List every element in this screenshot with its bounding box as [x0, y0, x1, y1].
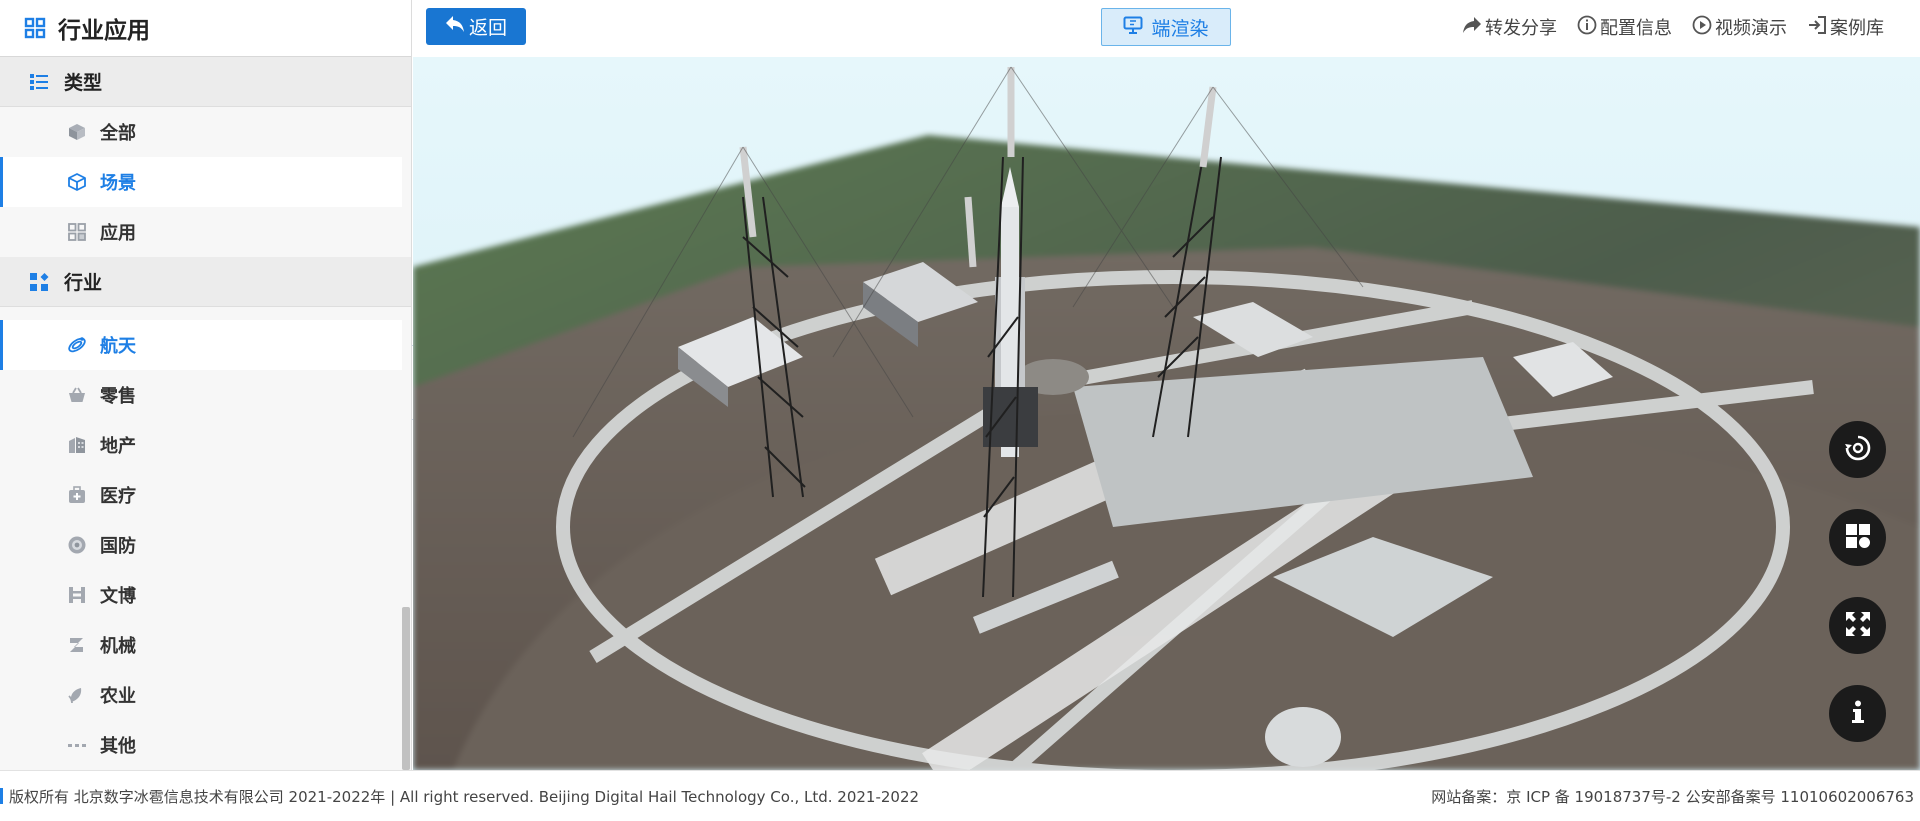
cube-layers-icon [66, 121, 88, 143]
sidebar-item-aerospace[interactable]: 航天 [0, 320, 402, 370]
share-button[interactable]: 转发分享 [1462, 14, 1557, 40]
scene-viewport[interactable] [413, 57, 1920, 770]
sidebar: 行业应用 类型 全部 场景 应用 行业 航天 零售 地产 医疗 国防 文博 机械… [0, 0, 412, 770]
section-type[interactable]: 类型 [0, 57, 411, 107]
exit-icon [1807, 15, 1827, 40]
back-arrow-icon [445, 15, 465, 38]
share-label: 转发分享 [1485, 18, 1557, 39]
sidebar-item-label: 其他 [100, 736, 136, 757]
shield-target-icon [66, 534, 88, 556]
fullscreen-button[interactable] [1829, 597, 1886, 654]
sidebar-title: 行业应用 [58, 18, 150, 44]
monitor-icon [1123, 16, 1143, 39]
grid-icon [66, 221, 88, 243]
sidebar-item-medical[interactable]: 医疗 [0, 470, 402, 520]
sidebar-item-label: 场景 [100, 173, 136, 194]
sidebar-item-retail[interactable]: 零售 [0, 370, 402, 420]
sidebar-item-all[interactable]: 全部 [0, 107, 402, 157]
list-icon [28, 71, 50, 93]
back-button-label: 返回 [468, 17, 507, 39]
config-info-label: 配置信息 [1600, 18, 1672, 39]
cloud-render-label: 端渲染 [1151, 17, 1209, 40]
sidebar-item-label: 机械 [100, 636, 136, 657]
app-root: 行业应用 类型 全部 场景 应用 行业 航天 零售 地产 医疗 国防 文博 机械… [0, 0, 1920, 821]
category-icon [28, 271, 50, 293]
section-industry-label: 行业 [64, 272, 103, 294]
config-info-button[interactable]: 配置信息 [1577, 14, 1672, 40]
apps-grid-icon [24, 17, 46, 39]
video-demo-button[interactable]: 视频演示 [1692, 14, 1787, 40]
video-demo-label: 视频演示 [1715, 18, 1787, 39]
sidebar-item-machinery[interactable]: 机械 [0, 620, 402, 670]
sidebar-item-agriculture[interactable]: 农业 [0, 670, 402, 720]
back-button[interactable]: 返回 [426, 8, 526, 45]
rotate-view-button[interactable] [1829, 421, 1886, 478]
sidebar-item-label: 文博 [100, 586, 136, 607]
sidebar-item-app[interactable]: 应用 [0, 207, 402, 257]
topbar: 返回 端渲染 转发分享 配置信息 视频演示 案例库 [412, 0, 1920, 57]
spacer [0, 307, 411, 320]
leaf-icon [66, 684, 88, 706]
museum-icon [66, 584, 88, 606]
section-type-label: 类型 [64, 72, 103, 94]
rotate-icon [1843, 433, 1873, 467]
info-circle-icon [1577, 15, 1597, 40]
layout-icon [1844, 522, 1872, 554]
info-icon [1844, 698, 1872, 730]
dots-icon [66, 734, 88, 756]
top-actions: 转发分享 配置信息 视频演示 案例库 [1462, 14, 1884, 40]
sidebar-item-label: 地产 [100, 436, 136, 457]
footer-copyright: 版权所有 北京数字冰雹信息技术有限公司 2021-2022年 | All rig… [9, 787, 920, 806]
play-circle-icon [1692, 15, 1712, 40]
sidebar-item-scene[interactable]: 场景 [0, 157, 402, 207]
sidebar-item-museum[interactable]: 文博 [0, 570, 402, 620]
gear-icon [66, 634, 88, 656]
footer: 版权所有 北京数字冰雹信息技术有限公司 2021-2022年 | All rig… [0, 770, 1920, 821]
floating-controls [1829, 421, 1886, 742]
section-industry[interactable]: 行业 [0, 257, 411, 307]
footer-accent-bar [0, 788, 3, 804]
cloud-render-button[interactable]: 端渲染 [1101, 8, 1231, 46]
footer-icp[interactable]: 网站备案：京 ICP 备 19018737号-2 公安部备案号 11010602… [1431, 786, 1914, 807]
rocket-icon [66, 334, 88, 356]
building-icon [66, 434, 88, 456]
launch-pad-scene [413, 57, 1920, 770]
sidebar-item-label: 农业 [100, 686, 136, 707]
sidebar-item-label: 全部 [100, 123, 136, 144]
cube-icon [66, 171, 88, 193]
layout-button[interactable] [1829, 509, 1886, 566]
sidebar-scrollbar[interactable] [402, 607, 410, 770]
sidebar-item-label: 国防 [100, 536, 136, 557]
sidebar-item-label: 零售 [100, 386, 136, 407]
medical-kit-icon [66, 484, 88, 506]
sidebar-item-label: 医疗 [100, 486, 136, 507]
share-icon [1462, 16, 1482, 39]
sidebar-item-defense[interactable]: 国防 [0, 520, 402, 570]
sidebar-item-label: 应用 [100, 223, 136, 244]
basket-icon [66, 384, 88, 406]
sidebar-item-realestate[interactable]: 地产 [0, 420, 402, 470]
sidebar-item-other[interactable]: 其他 [0, 720, 402, 770]
case-library-button[interactable]: 案例库 [1807, 14, 1884, 40]
info-button[interactable] [1829, 685, 1886, 742]
footer-left: 版权所有 北京数字冰雹信息技术有限公司 2021-2022年 | All rig… [0, 786, 919, 807]
sidebar-header: 行业应用 [0, 0, 411, 57]
case-library-label: 案例库 [1830, 18, 1884, 39]
sidebar-item-label: 航天 [100, 336, 136, 357]
expand-icon [1843, 609, 1873, 643]
